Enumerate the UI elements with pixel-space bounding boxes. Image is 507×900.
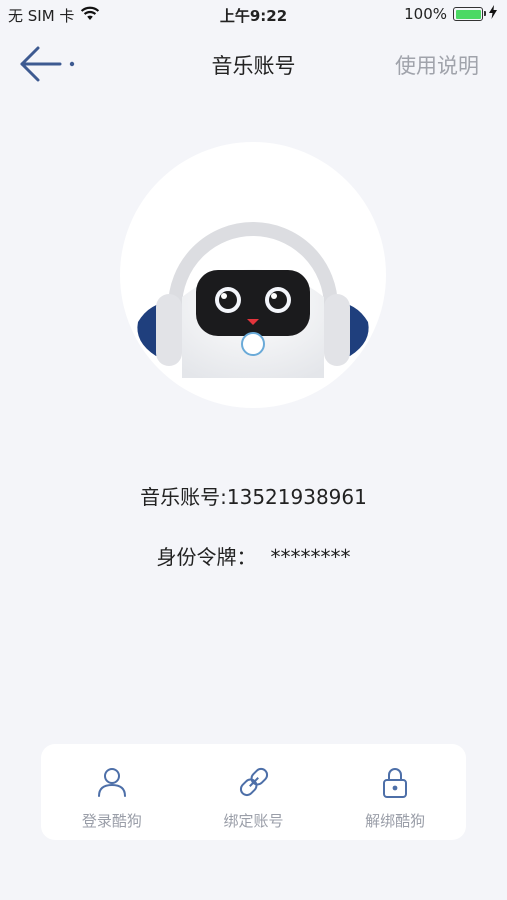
bind-account-label: 绑定账号	[223, 812, 284, 830]
bind-account-button[interactable]: 绑定账号	[183, 744, 325, 840]
status-bar: 无 SIM 卡 上午9:22 100%	[0, 0, 507, 30]
battery-percent: 100%	[404, 5, 447, 23]
link-icon	[239, 767, 268, 797]
battery-icon	[453, 7, 486, 21]
login-kugou-button[interactable]: 登录酷狗	[41, 744, 183, 840]
account-number: 音乐账号:13521938961	[140, 485, 367, 509]
unbind-kugou-label: 解绑酷狗	[365, 812, 426, 830]
charging-icon	[489, 5, 497, 23]
user-icon	[97, 768, 126, 797]
status-right: 100%	[404, 5, 497, 23]
token-label: 身份令牌：	[156, 545, 257, 569]
help-link[interactable]: 使用说明	[395, 50, 479, 80]
action-card: 登录酷狗 绑定账号 解绑酷狗	[41, 744, 466, 840]
login-kugou-label: 登录酷狗	[81, 812, 142, 830]
nav-bar: 音乐账号 使用说明	[0, 34, 507, 94]
unbind-kugou-button[interactable]: 解绑酷狗	[324, 744, 466, 840]
lock-icon	[383, 768, 408, 798]
token-value: ********	[270, 545, 351, 569]
token-line: 身份令牌： ********	[0, 541, 507, 570]
robot-avatar	[120, 142, 386, 408]
